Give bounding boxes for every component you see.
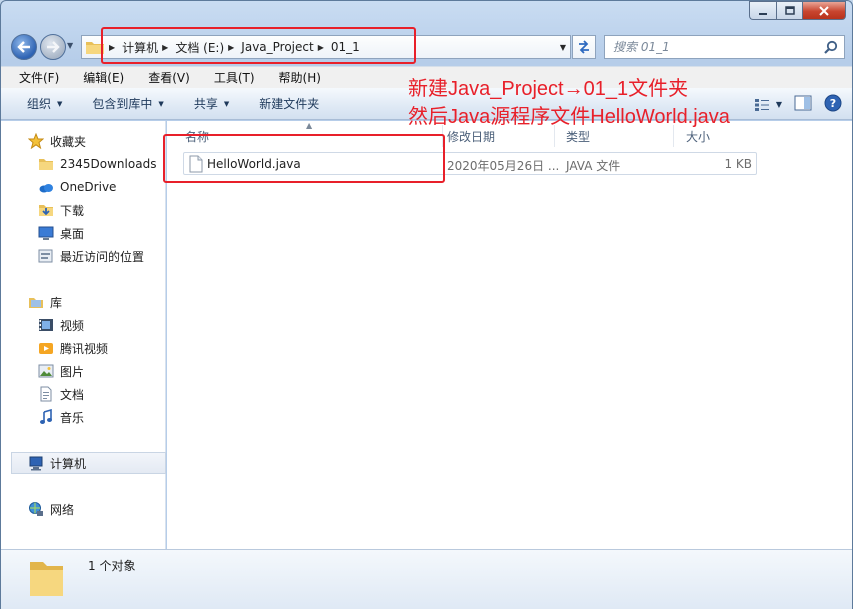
close-button[interactable] [802,1,846,20]
share-button[interactable]: 共享 ▼ [164,95,229,112]
details-pane: 1 个对象 [1,549,852,609]
cloud-icon [38,179,54,195]
close-icon [819,5,829,16]
nav-videos-label: 视频 [60,318,85,333]
annotation-line-2: 然后Java源程序文件HelloWorld.java [408,106,730,128]
nav-libraries[interactable]: 库 [28,291,62,313]
search-box[interactable] [604,35,845,59]
video-icon [38,317,54,333]
nav-videos[interactable]: 视频 [38,314,84,336]
network-icon [28,501,44,517]
recent-pages-dropdown-icon[interactable]: ▼ [67,41,73,50]
view-details-icon [754,98,769,111]
new-folder-button[interactable]: 新建文件夹 [229,95,319,112]
annotation-box-file [163,134,445,183]
caption-buttons [749,1,846,20]
refresh-icon [579,40,589,54]
minimize-icon [759,12,767,15]
include-in-library-label: 包含到库中 [92,97,153,111]
organize-label: 组织 [27,97,52,111]
view-controls: ▼ ? [754,94,842,115]
download-folder-icon [38,202,54,218]
item-count: 1 个对象 [88,559,136,573]
annotation-box-address [101,27,416,64]
help-icon: ? [824,94,842,112]
navigation-pane: 收藏夹 2345Downloads OneDrive 下载 桌面 最近访问的位置… [1,121,166,549]
svg-text:?: ? [830,97,836,110]
nav-favorites[interactable]: 收藏夹 [28,130,86,152]
recent-places-icon [38,248,54,264]
help-button[interactable]: ? [824,94,842,115]
nav-libraries-label: 库 [50,295,63,310]
pictures-icon [38,363,54,379]
nav-onedrive[interactable]: OneDrive [38,176,116,198]
menu-edit[interactable]: 编辑(E) [65,69,130,86]
nav-network[interactable]: 网络 [28,498,74,520]
music-icon [38,409,54,425]
file-type: JAVA 文件 [566,159,621,173]
nav-computer-label: 计算机 [50,456,87,471]
menu-view[interactable]: 查看(V) [130,69,196,86]
nav-tencent-video-label: 腾讯视频 [60,341,109,356]
explorer-window: ▼ ▶ 计算机 ▶ 文档 (E:) ▶ Java_Project ▶ 01_1 … [0,0,853,609]
search-input[interactable] [613,37,823,57]
forward-button[interactable] [40,34,66,60]
nav-desktop[interactable]: 桌面 [38,222,84,244]
nav-documents-label: 文档 [60,387,85,402]
nav-onedrive-label: OneDrive [60,180,117,194]
nav-tencent-video[interactable]: 腾讯视频 [38,337,108,359]
desktop-icon [38,225,54,241]
include-in-library-button[interactable]: 包含到库中 ▼ [62,95,163,112]
arrow-right-icon [47,41,60,53]
nav-network-label: 网络 [50,502,75,517]
nav-favorites-label: 收藏夹 [50,134,87,149]
nav-documents[interactable]: 文档 [38,383,84,405]
tencent-video-icon [38,340,54,356]
chevron-down-icon: ▼ [775,100,782,109]
preview-pane-button[interactable] [794,95,812,114]
back-button[interactable] [11,34,37,60]
nav-2345downloads[interactable]: 2345Downloads [38,153,156,175]
nav-desktop-label: 桌面 [60,226,85,241]
library-icon [28,294,44,310]
file-modified: 2020年05月26日 ... [447,159,560,173]
folder-icon [27,556,67,603]
nav-recent-places-label: 最近访问的位置 [60,249,145,264]
maximize-icon [784,5,795,15]
menu-help[interactable]: 帮助(H) [261,69,327,86]
file-list-pane: ▲ 名称 修改日期 类型 大小 HelloWorld.java 2020年05月… [167,121,852,549]
menu-file[interactable]: 文件(F) [1,69,65,86]
search-icon[interactable] [824,40,838,57]
folder-icon [38,156,54,172]
change-view-button[interactable]: ▼ [754,98,782,112]
organize-button[interactable]: 组织 ▼ [1,95,62,112]
nav-music-label: 音乐 [60,410,85,425]
nav-pictures-label: 图片 [60,364,85,379]
nav-2345downloads-label: 2345Downloads [60,157,157,171]
documents-icon [38,386,54,402]
address-history-dropdown-icon[interactable]: ▼ [560,43,566,52]
preview-pane-icon [794,95,812,111]
nav-music[interactable]: 音乐 [38,406,84,428]
minimize-button[interactable] [749,1,776,20]
share-label: 共享 [193,97,218,111]
file-size: 1 KB [724,157,752,171]
new-folder-label: 新建文件夹 [259,97,320,111]
maximize-button[interactable] [776,1,802,20]
annotation-text: 新建Java_Project→01_1文件夹 然后Java源程序文件HelloW… [408,75,730,131]
refresh-button[interactable] [572,35,596,59]
nav-downloads-label: 下载 [60,203,85,218]
annotation-line-1: 新建Java_Project→01_1文件夹 [408,78,689,100]
star-icon [28,133,44,149]
nav-downloads[interactable]: 下载 [38,199,84,221]
arrow-left-icon [17,41,30,53]
nav-pictures[interactable]: 图片 [38,360,84,382]
nav-recent-places[interactable]: 最近访问的位置 [38,245,144,267]
nav-computer[interactable]: 计算机 [11,452,166,474]
menu-tools[interactable]: 工具(T) [196,69,261,86]
computer-icon [28,455,44,471]
